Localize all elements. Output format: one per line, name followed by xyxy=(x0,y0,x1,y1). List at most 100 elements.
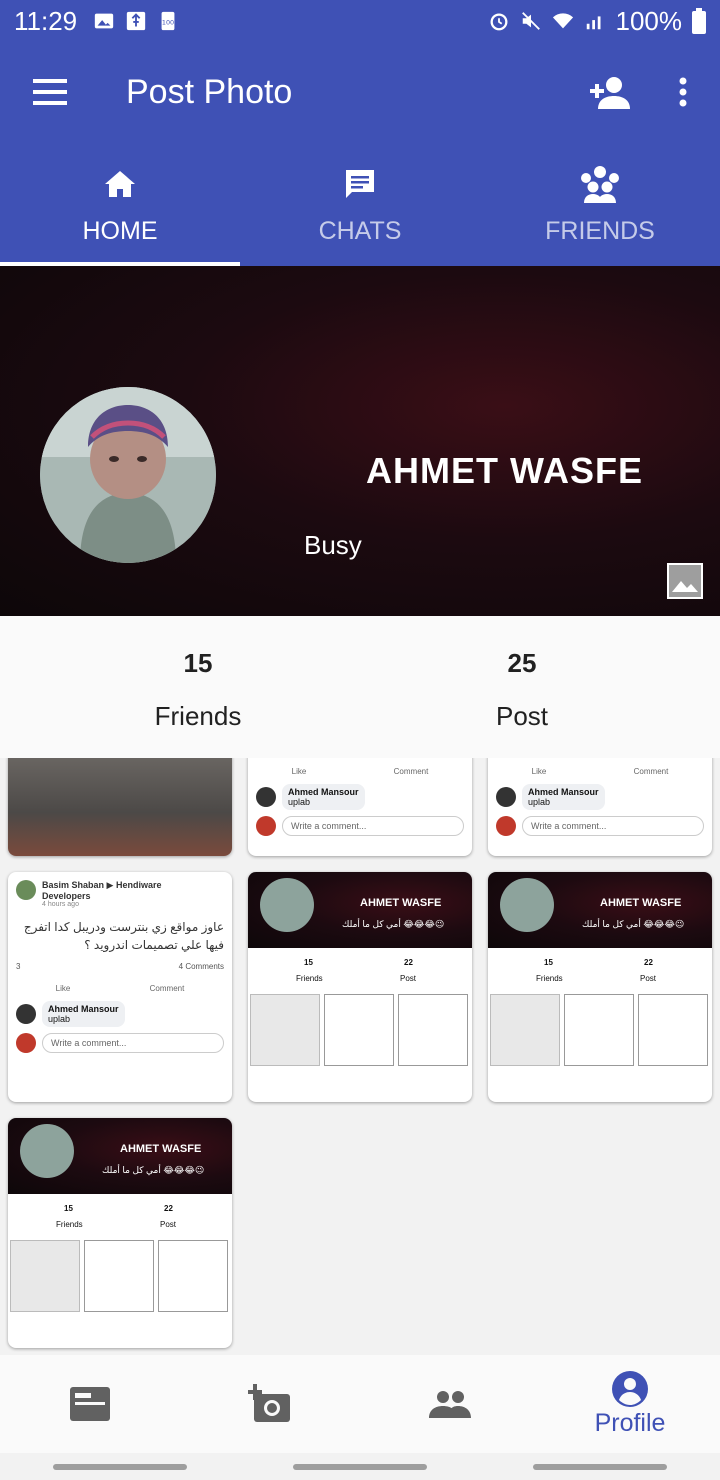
mini-stats: 15 Friends 22 Post xyxy=(488,948,712,994)
mini-status: أمي كل ما أملك 😂😂😂😉 xyxy=(582,919,685,929)
friends-count: 15 xyxy=(183,648,213,678)
avatar-photo xyxy=(40,387,216,563)
feed-icon xyxy=(70,1387,110,1421)
photo-thumb[interactable] xyxy=(8,758,232,856)
home-handle[interactable] xyxy=(293,1463,427,1470)
add-friend-button[interactable] xyxy=(572,42,646,142)
mini-posts-label: Post xyxy=(640,974,657,983)
change-cover-button[interactable] xyxy=(667,563,703,599)
mini-commenter-name: Ahmed Mansour xyxy=(48,1004,119,1014)
mini-author: Basim Shaban ▶ Hendiware Developers xyxy=(42,880,162,901)
image-icon xyxy=(94,13,114,29)
mini-friends-count: 15 xyxy=(544,958,553,967)
mini-commenter-name: Ahmed Mansour xyxy=(528,787,599,797)
photo-thumb[interactable]: Basim Shaban ▶ Hendiware Developers 4 ho… xyxy=(8,872,232,1102)
mini-author-avatar xyxy=(16,880,36,900)
bottom-navigation: Profile xyxy=(0,1355,720,1453)
mini-stats: 15 Friends 22 Post xyxy=(248,948,472,994)
mini-posts-label: Post xyxy=(160,1220,177,1229)
photo-thumb[interactable]: Like Comment Ahmed Mansour uplab Write a… xyxy=(488,758,712,856)
friends-stat[interactable]: 15 Friends xyxy=(98,648,298,732)
status-notification-icons: 100 xyxy=(93,10,179,32)
mini-screenshot xyxy=(250,994,320,1066)
mini-friends-label: Friends xyxy=(56,1220,83,1229)
photo-thumb[interactable]: Like Comment Ahmed Mansour uplab Write a… xyxy=(248,758,472,856)
mini-commenter-name: Ahmed Mansour xyxy=(288,787,359,797)
tab-friends[interactable]: FRIENDS xyxy=(480,142,720,266)
photo-thumb[interactable]: AHMET WASFE أمي كل ما أملك 😂😂😂😉 15 Frien… xyxy=(488,872,712,1102)
mini-posts-label: Post xyxy=(400,974,417,983)
mini-comment: Comment xyxy=(393,766,429,776)
overflow-menu-button[interactable] xyxy=(646,42,720,142)
add-person-icon xyxy=(590,77,630,109)
mini-commenter-avatar xyxy=(256,787,276,807)
photo-grid: Like Comment Ahmed Mansour uplab Write a… xyxy=(0,758,720,1355)
mini-avatar xyxy=(500,878,554,932)
mini-commenter-avatar xyxy=(496,787,516,807)
mini-reactions: 3 xyxy=(16,962,21,971)
status-bar: 11:29 100 100% xyxy=(0,0,720,42)
usb-icon xyxy=(126,11,146,31)
mini-name: AHMET WASFE xyxy=(120,1143,202,1155)
mini-name: AHMET WASFE xyxy=(360,897,442,909)
mini-time: 4 hours ago xyxy=(42,901,79,908)
mini-cover: AHMET WASFE أمي كل ما أملك 😂😂😂😉 xyxy=(248,872,472,948)
mini-status: أمي كل ما أملك 😂😂😂😉 xyxy=(102,1165,205,1175)
tab-chats[interactable]: CHATS xyxy=(240,142,480,266)
svg-text:100: 100 xyxy=(162,19,174,27)
mini-stats: 15 Friends 22 Post xyxy=(8,1194,232,1240)
chat-icon xyxy=(346,169,374,198)
mini-user-avatar xyxy=(256,816,276,836)
nav-feed[interactable] xyxy=(0,1355,180,1453)
recents-handle[interactable] xyxy=(53,1463,187,1470)
profile-status[interactable]: Busy xyxy=(304,530,362,561)
posts-label: Post xyxy=(495,701,549,731)
mini-comment-text: uplab xyxy=(288,797,311,807)
mini-code-thumb xyxy=(324,994,394,1066)
home-icon xyxy=(105,170,135,197)
menu-button[interactable] xyxy=(0,42,100,142)
mute-icon xyxy=(521,12,540,30)
mini-user-avatar xyxy=(496,816,516,836)
mini-commenter-avatar xyxy=(16,1004,36,1024)
profile-cover: AHMET WASFE Busy xyxy=(0,266,720,616)
system-nav-bar xyxy=(0,1453,720,1480)
mini-like: Like xyxy=(531,766,547,776)
mini-like: Like xyxy=(55,983,71,993)
mini-comment-text: uplab xyxy=(528,797,551,807)
tab-home[interactable]: HOME xyxy=(0,142,240,266)
mini-comment-bubble: Ahmed Mansour uplab xyxy=(282,784,365,810)
mini-code-thumb xyxy=(398,994,468,1066)
tab-home-label: HOME xyxy=(82,216,158,245)
mini-comment-input: Write a comment... xyxy=(42,1033,224,1053)
mini-screenshot xyxy=(10,1240,80,1312)
photo-thumb[interactable]: AHMET WASFE أمي كل ما أملك 😂😂😂😉 15 Frien… xyxy=(248,872,472,1102)
mini-status: أمي كل ما أملك 😂😂😂😉 xyxy=(342,919,445,929)
avatar[interactable] xyxy=(40,387,216,563)
nav-profile[interactable]: Profile xyxy=(540,1355,720,1453)
status-time: 11:29 xyxy=(14,5,78,36)
more-vert-icon xyxy=(679,77,687,107)
add-photo-icon xyxy=(248,1384,290,1422)
mini-comments-count: 4 Comments xyxy=(178,962,224,971)
nav-people[interactable] xyxy=(360,1355,540,1453)
back-handle[interactable] xyxy=(533,1463,667,1470)
mini-comment-text: uplab xyxy=(48,1014,71,1024)
mini-friends-count: 15 xyxy=(64,1204,73,1213)
mini-friends-label: Friends xyxy=(536,974,563,983)
mini-posts-count: 22 xyxy=(164,1204,173,1213)
mini-code-thumb xyxy=(158,1240,228,1312)
mini-code-thumb xyxy=(564,994,634,1066)
tab-chats-label: CHATS xyxy=(318,216,402,245)
mini-user-avatar xyxy=(16,1033,36,1053)
mini-comment-bubble: Ahmed Mansour uplab xyxy=(522,784,605,810)
mini-screenshot xyxy=(490,994,560,1066)
profile-name: AHMET WASFE xyxy=(366,450,643,491)
mini-comment: Comment xyxy=(149,983,185,993)
photo-thumb[interactable]: AHMET WASFE أمي كل ما أملك 😂😂😂😉 15 Frien… xyxy=(8,1118,232,1348)
app-bar: Post Photo xyxy=(0,42,720,142)
posts-stat[interactable]: 25 Post xyxy=(422,648,622,732)
nav-add-photo[interactable] xyxy=(180,1355,360,1453)
page-title: Post Photo xyxy=(126,72,293,111)
mini-like: Like xyxy=(291,766,307,776)
